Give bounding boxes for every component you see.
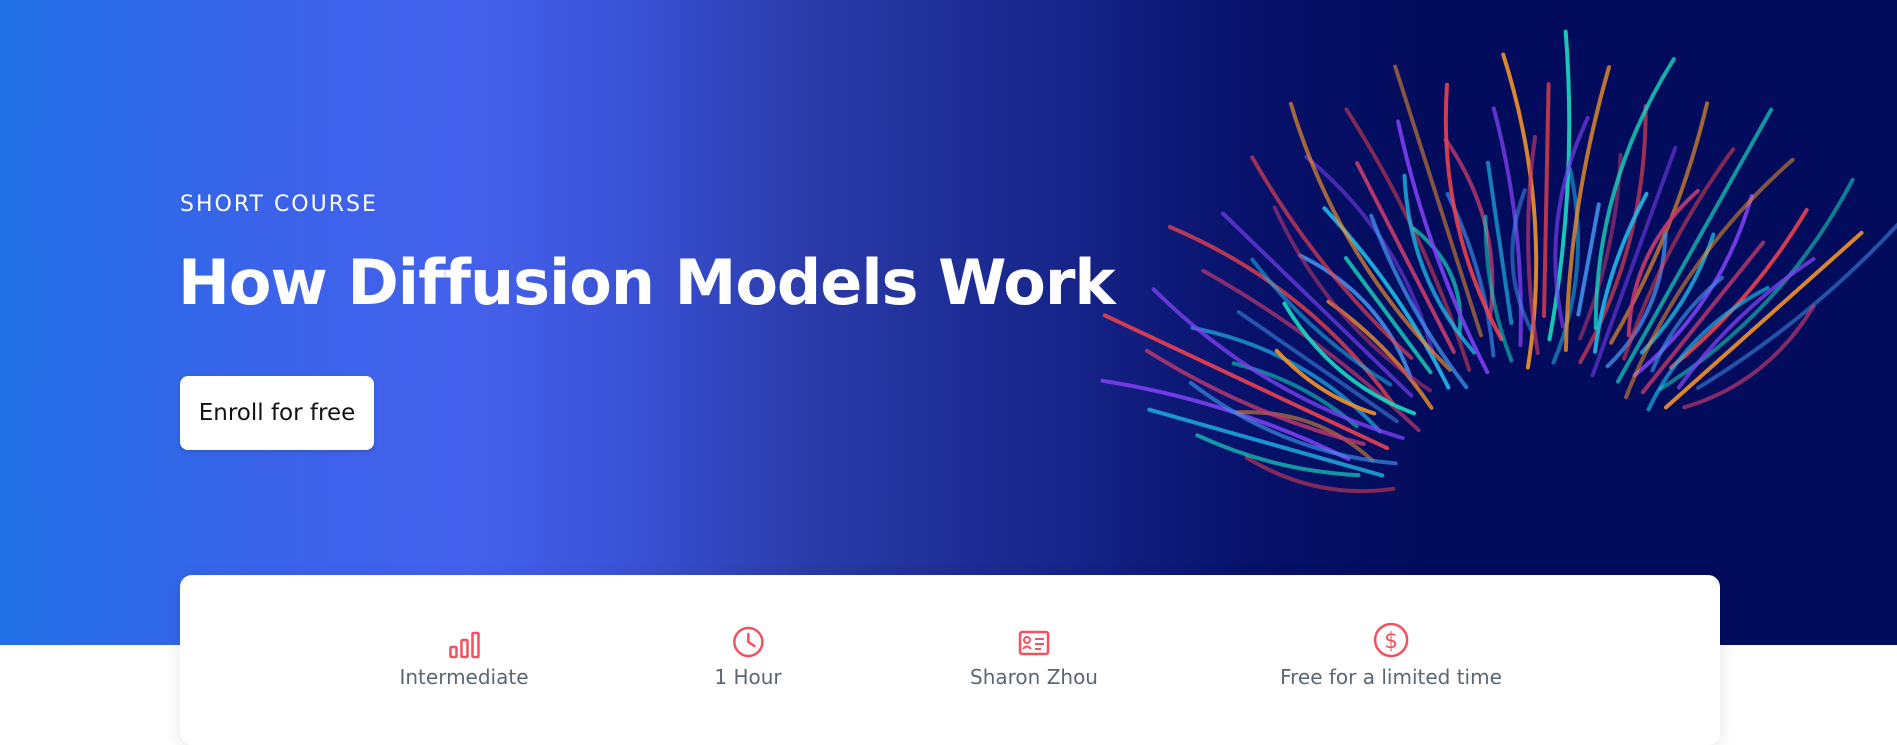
instructor-icon xyxy=(1017,623,1051,659)
level-info: Intermediate xyxy=(399,623,529,689)
bar-chart-icon xyxy=(447,623,481,659)
dollar-icon: $ xyxy=(1372,622,1410,659)
price-info: $ Free for a limited time xyxy=(1280,622,1502,689)
price-label: Free for a limited time xyxy=(1280,665,1502,689)
duration-info: 1 Hour xyxy=(714,623,782,689)
burst-stroke xyxy=(1664,230,1864,410)
svg-text:$: $ xyxy=(1384,629,1398,654)
course-title: How Diffusion Models Work xyxy=(178,246,1116,319)
instructor-label: Sharon Zhou xyxy=(970,665,1098,689)
duration-label: 1 Hour xyxy=(714,665,782,689)
instructor-info: Sharon Zhou xyxy=(970,623,1098,689)
level-label: Intermediate xyxy=(399,665,529,689)
course-info-card: Intermediate 1 Hour Sharon Zhou $ Free f… xyxy=(180,575,1720,745)
enroll-button[interactable]: Enroll for free xyxy=(180,376,374,450)
burst-stroke xyxy=(1696,222,1897,390)
burst-stroke xyxy=(1542,82,1551,318)
burst-stroke xyxy=(1102,313,1390,451)
clock-icon xyxy=(731,623,765,659)
hero-banner: SHORT COURSE How Diffusion Models Work E… xyxy=(0,0,1897,645)
course-type-label: SHORT COURSE xyxy=(180,192,378,217)
burst-stroke xyxy=(1195,433,1361,478)
diffusion-burst-illustration xyxy=(1100,29,1897,494)
